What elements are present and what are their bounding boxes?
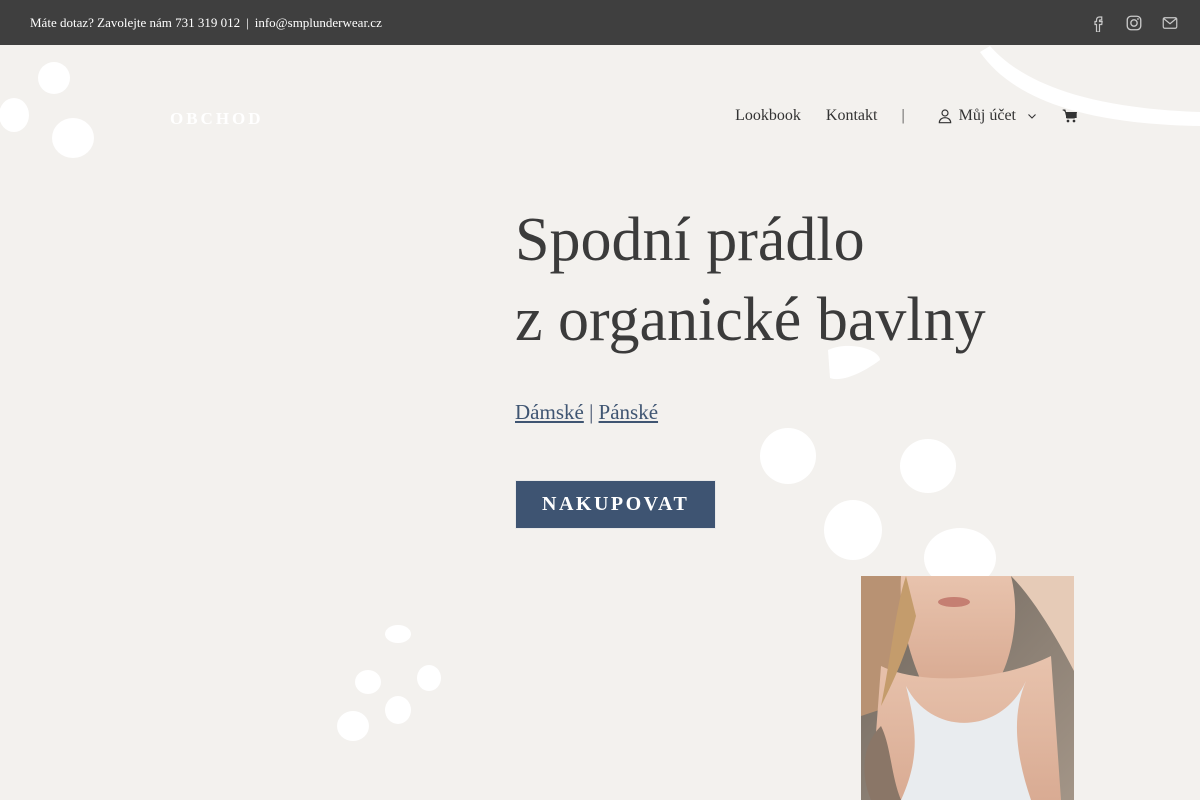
main-navigation: OBCHOD Lookbook Kontakt | Můj účet [0,95,1200,145]
link-women[interactable]: Dámské [515,400,584,424]
link-men[interactable]: Pánské [599,400,659,424]
facebook-icon[interactable] [1089,14,1107,32]
contact-email-link[interactable]: info@smplunderwear.cz [255,15,382,31]
shop-now-button[interactable]: NAKUPOVAT [515,480,717,529]
nav-item-account[interactable]: Můj účet [937,107,1038,125]
nav-menu: Lookbook Kontakt | Můj účet [735,107,1078,125]
contact-phone-text: Máte dotaz? Zavolejte nám 731 319 012 [30,14,241,30]
account-label: Můj účet [958,107,1016,124]
category-separator: | [589,400,594,424]
contact-separator: | [246,14,249,30]
hero-title-line2: z organické bavlny [515,286,986,354]
social-links [1089,14,1179,32]
decorative-dots-center [337,625,441,741]
hero-title: Spodní prádlo z organické bavlny [515,200,1155,360]
top-bar: Máte dotaz? Zavolejte nám 731 319 012 | … [0,0,1200,45]
contact-info: Máte dotaz? Zavolejte nám 731 319 012 | … [30,15,382,31]
chevron-down-icon [1028,114,1036,119]
model-photo [861,576,1074,800]
instagram-icon[interactable] [1125,14,1143,32]
envelope-icon[interactable] [1161,14,1179,32]
cart-icon[interactable] [1062,108,1078,124]
logo-shop-link[interactable]: OBCHOD [170,109,264,129]
hero-section: Spodní prádlo z organické bavlny Dámské … [515,200,1155,529]
nav-item-lookbook[interactable]: Lookbook [735,107,801,125]
nav-separator: | [901,107,905,124]
user-icon [938,109,951,124]
category-links: Dámské | Pánské [515,400,1155,425]
nav-item-kontakt[interactable]: Kontakt [826,107,878,125]
hero-title-line1: Spodní prádlo [515,206,865,274]
